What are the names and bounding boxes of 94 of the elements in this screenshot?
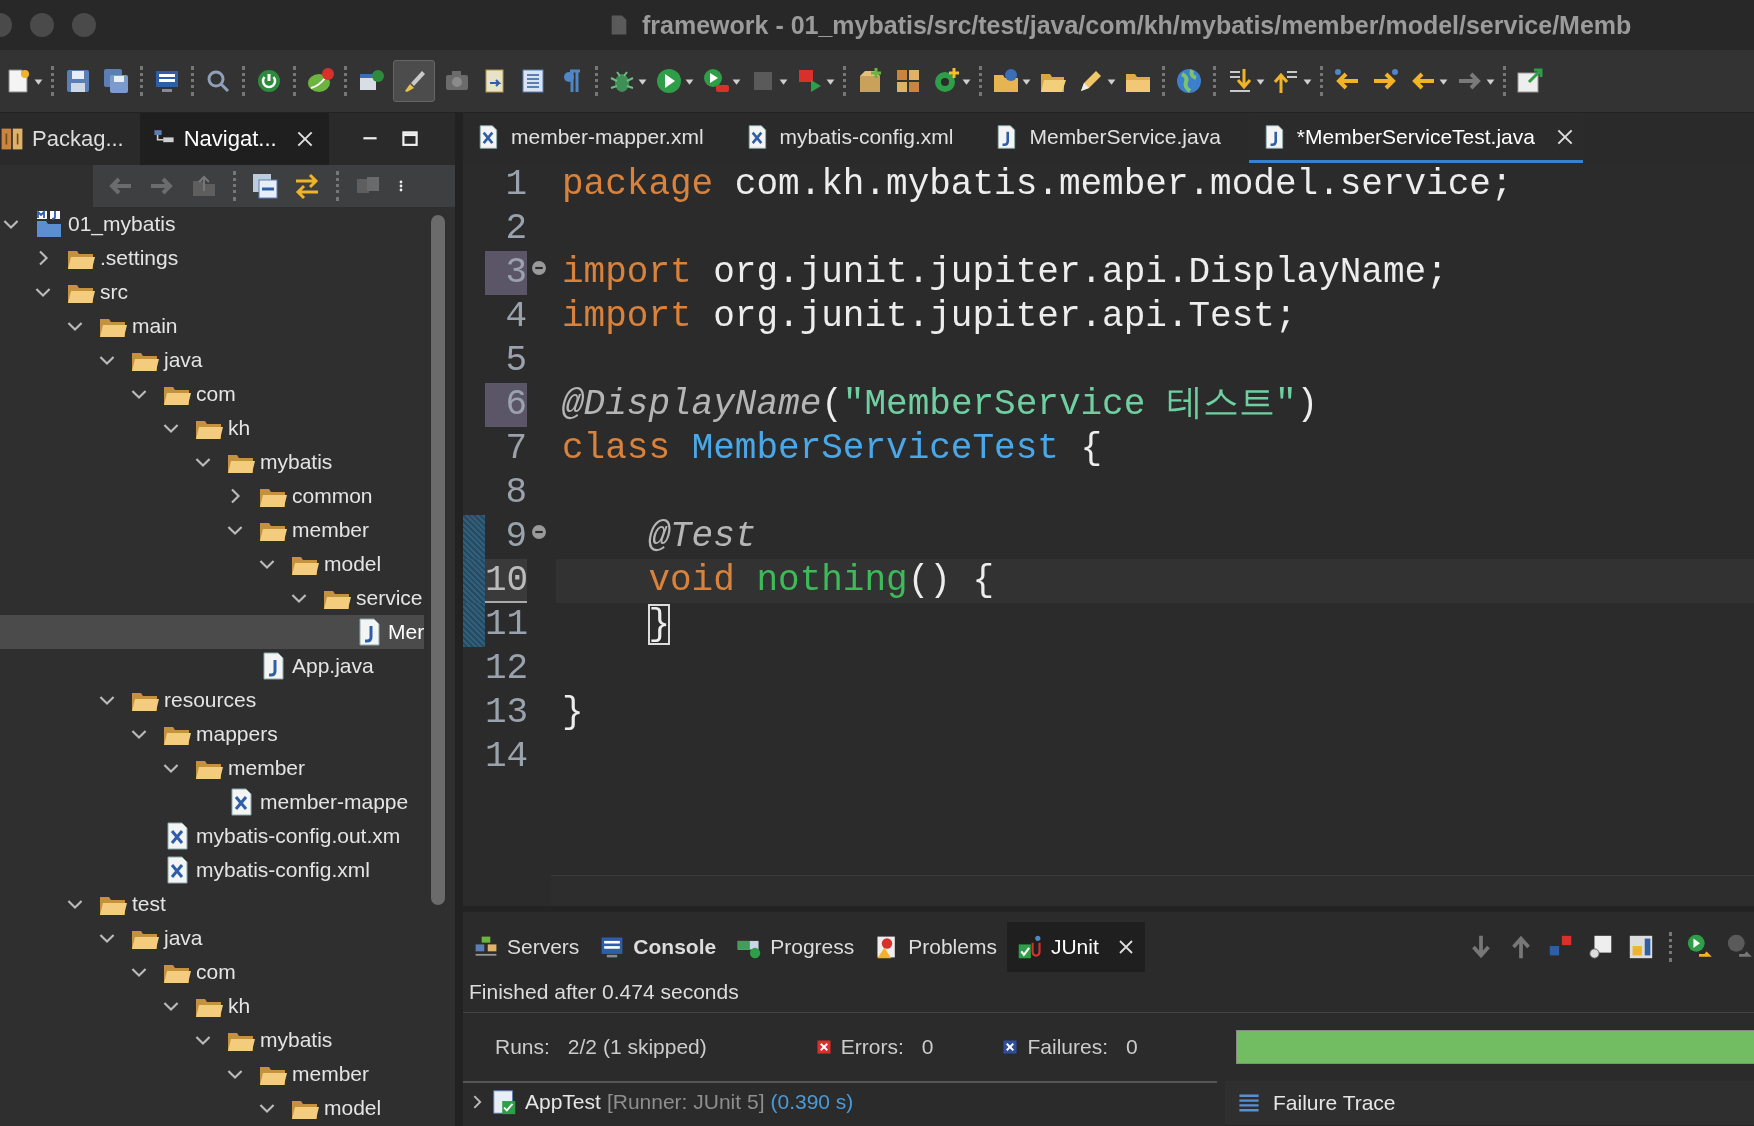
tree-item[interactable]: kh [0, 411, 424, 445]
tree-item[interactable]: model [0, 547, 424, 581]
code-line: import org.junit.jupiter.api.Test; [562, 296, 1297, 337]
line-number: 14 [485, 735, 527, 779]
failure-icon [1003, 1040, 1018, 1054]
tree-item[interactable]: com [0, 955, 424, 989]
scrollbar[interactable] [431, 215, 445, 905]
line-number: 7 [504, 427, 527, 471]
caret-icon[interactable] [34, 76, 43, 86]
line-number: 10 [485, 559, 527, 603]
counter-value: 0 [921, 1035, 934, 1059]
code-line: class MemberServiceTest { [562, 428, 1103, 469]
caret-icon[interactable] [826, 76, 835, 86]
tree-item[interactable]: mybatis [0, 1023, 424, 1057]
tree-item[interactable]: main [0, 309, 424, 343]
caret-icon[interactable] [1256, 76, 1265, 86]
tree-item[interactable]: Mer [0, 615, 424, 649]
close-icon[interactable] [1116, 938, 1135, 956]
code-line: void nothing() { [647, 560, 995, 601]
panel-tab[interactable]: Console [589, 922, 727, 972]
tree-item[interactable]: mybatis-config.xml [0, 853, 424, 887]
tree-item[interactable]: .settings [0, 241, 424, 275]
tree-item[interactable]: mappers [0, 717, 424, 751]
counter-value: 2/2 (1 skipped) [567, 1035, 707, 1059]
line-number: 8 [504, 471, 527, 515]
line-number: 13 [485, 691, 527, 735]
counter-label: Runs: [495, 1035, 550, 1059]
junit-check-icon [1016, 934, 1043, 960]
tree-item[interactable]: src [0, 275, 424, 309]
code-line: } [562, 692, 584, 733]
panel-tab[interactable]: Servers [463, 922, 590, 972]
caret-icon[interactable] [779, 76, 788, 86]
line-number: 11 [485, 603, 527, 647]
line-number: 3 [485, 251, 527, 295]
tree-item[interactable]: java [0, 343, 424, 377]
line-number: 6 [485, 383, 527, 427]
counter-value: 0 [1126, 1035, 1138, 1059]
collapse-icon[interactable] [531, 524, 547, 540]
window-title: framework - 01_mybatis/src/test/java/com/kh/mybatis/member/model/service/Memb [642, 10, 1632, 40]
caret-icon[interactable] [1303, 76, 1312, 86]
collapse-all-icon[interactable] [250, 171, 280, 201]
caret-icon[interactable] [962, 76, 971, 86]
line-number: 4 [504, 295, 527, 339]
tree-item[interactable]: resources [0, 683, 424, 717]
tree-item[interactable]: mybatis-config.out.xm [0, 819, 424, 853]
caret-icon[interactable] [685, 76, 694, 86]
brush-icon[interactable] [393, 60, 435, 102]
code-line: @DisplayName("MemberService 테스트") [562, 384, 1319, 425]
tree-item[interactable]: 01_mybatis [0, 207, 424, 241]
panel-title: Failure Trace [1273, 1091, 1396, 1115]
counter-label: Errors: [840, 1035, 904, 1059]
tree-item[interactable]: test [0, 887, 424, 921]
code-line: } [647, 604, 671, 645]
code-line: package com.kh.mybatis.member.model.service; [562, 164, 1513, 205]
editor-tab[interactable]: MemberService.java [981, 113, 1249, 163]
caret-icon[interactable] [1022, 76, 1031, 86]
code-line: import org.junit.jupiter.api.DisplayName; [562, 252, 1448, 293]
tree-item[interactable]: mybatis [0, 445, 424, 479]
editor-tab[interactable]: member-mapper.xml [463, 113, 732, 163]
tree-item[interactable]: common [0, 479, 424, 513]
line-number: 5 [504, 339, 527, 383]
status-text: Finished after 0.474 seconds [463, 972, 1754, 1013]
panel-tab[interactable]: JUnit [1006, 922, 1145, 972]
caret-icon[interactable] [732, 76, 741, 86]
tree-item[interactable]: com [0, 377, 424, 411]
tree-item[interactable]: member [0, 513, 424, 547]
tree-item[interactable]: App.java [0, 649, 424, 683]
package-icon [0, 127, 24, 151]
panel-tab[interactable]: Progress [726, 922, 865, 972]
line-number: 9 [504, 515, 527, 559]
tree-item[interactable]: member [0, 1057, 424, 1091]
panel-tab[interactable]: Problems [864, 922, 1007, 972]
code-line: @Test [647, 516, 757, 557]
collapse-icon[interactable] [531, 260, 547, 276]
line-number: 2 [504, 207, 527, 251]
panel-tab[interactable]: Packag... [0, 113, 140, 165]
tree-item[interactable]: model [0, 1091, 424, 1125]
line-number: 1 [504, 163, 527, 207]
caret-icon[interactable] [1439, 76, 1448, 86]
caret-icon[interactable] [638, 76, 647, 86]
editor-tab[interactable]: mybatis-config.xml [731, 113, 982, 163]
line-number: 12 [485, 647, 527, 691]
counter-label: Failures: [1027, 1035, 1108, 1059]
tree-item[interactable]: service [0, 581, 424, 615]
tree-item[interactable]: java [0, 921, 424, 955]
error-icon [816, 1040, 831, 1054]
tree-item[interactable]: kh [0, 989, 424, 1023]
test-result-item[interactable]: AppTest [Runner: JUnit 5] (0.390 s) [469, 1083, 1217, 1121]
panel-tab[interactable]: Navigat... [139, 113, 329, 165]
tree-item[interactable]: member [0, 751, 424, 785]
tree-item[interactable]: member-mappe [0, 785, 424, 819]
project-folder-icon [34, 209, 64, 239]
caret-icon[interactable] [1107, 76, 1116, 86]
caret-icon[interactable] [1486, 76, 1495, 86]
